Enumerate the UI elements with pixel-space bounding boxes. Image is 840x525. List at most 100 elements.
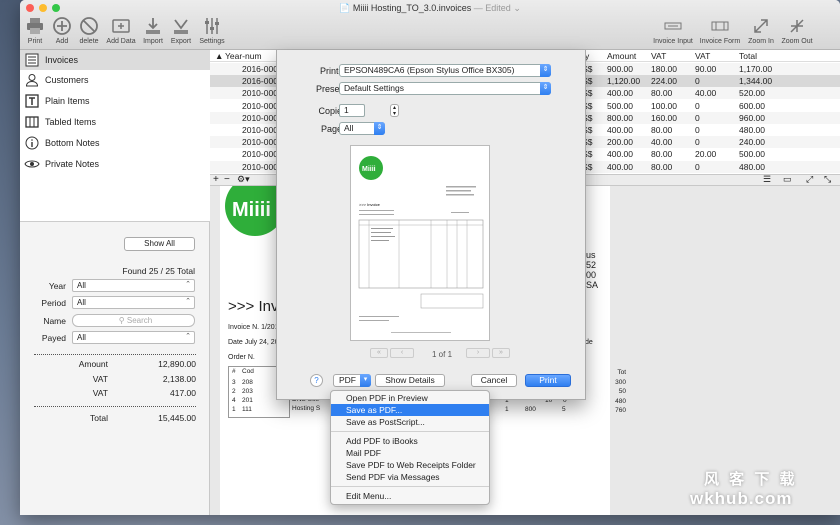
print-confirm-button[interactable]: Print — [525, 374, 571, 387]
add-data-button[interactable]: Add Data — [104, 16, 138, 45]
column-vat2[interactable]: VAT — [695, 51, 710, 61]
cell-amount: 900.00 — [607, 64, 633, 74]
page-preview: Miiii >>> Invoice — [350, 145, 490, 341]
period-select[interactable]: All ⌃ — [72, 296, 195, 309]
zoom-in-button[interactable]: Zoom In — [744, 16, 778, 45]
sidebar-item-private-notes[interactable]: Private Notes — [20, 154, 210, 174]
cell-total: 480.00 — [739, 125, 765, 135]
menu-item-edit-menu[interactable]: Edit Menu... — [331, 490, 489, 502]
menu-item-add-to-ibooks[interactable]: Add PDF to iBooks — [331, 435, 489, 447]
cell-vat1: 160.00 — [651, 112, 677, 123]
sum-amount: Amount 12,890.00 — [78, 359, 196, 369]
cell-total: 480.00 — [739, 161, 765, 172]
cell-total: 500.00 — [739, 149, 765, 160]
updown-chevron-icon: ⇕ — [540, 82, 551, 95]
print-dialog: Printer: EPSON489CA6 (Epson Stylus Offic… — [276, 50, 586, 400]
add-row-button[interactable]: + — [213, 174, 219, 185]
cell-amount: 800.00 — [607, 112, 633, 123]
menu-item-save-as-pdf[interactable]: Save as PDF... — [331, 404, 489, 416]
zoom-out-button[interactable]: Zoom Out — [780, 16, 814, 45]
cell-vat1: 80.00 — [651, 125, 673, 135]
menu-item-save-as-postscript[interactable]: Save as PostScript... — [331, 416, 489, 428]
svg-text:Miiii: Miiii — [362, 166, 376, 173]
column-amount[interactable]: Amount — [607, 51, 636, 61]
sidebar-item-invoices[interactable]: Invoices — [20, 50, 210, 70]
zoom-in-icon — [754, 19, 768, 33]
column-year-num[interactable]: Year-num — [225, 51, 262, 61]
invoice-form-button[interactable]: Invoice Form — [700, 16, 740, 45]
invoice-input-button[interactable]: Invoice Input — [653, 16, 693, 45]
company-address-fragment: us 52 00 SA — [586, 250, 599, 290]
found-count: Found 25 / 25 Total — [122, 266, 195, 276]
show-details-button[interactable]: Show Details — [375, 374, 445, 387]
last-page-button[interactable]: » — [492, 348, 510, 358]
sidebar-item-label: Plain Items — [45, 96, 90, 106]
import-icon — [146, 18, 160, 34]
sidebar-item-label: Invoices — [45, 55, 79, 65]
help-button[interactable]: ? — [310, 374, 323, 387]
settings-button[interactable]: Settings — [195, 16, 229, 45]
sliders-icon — [205, 18, 219, 34]
invoice-list-icon — [23, 52, 40, 68]
copies-stepper[interactable]: ▴ ▾ — [390, 104, 399, 117]
sidebar-item-customers[interactable]: Customers — [20, 70, 210, 90]
cell-total: 600.00 — [739, 100, 765, 111]
menu-item-open-preview[interactable]: Open PDF in Preview — [331, 392, 489, 404]
cell-vat2: 0 — [695, 112, 700, 123]
payed-select[interactable]: All ⌃ — [72, 331, 195, 344]
menu-item-web-receipts[interactable]: Save PDF to Web Receipts Folder — [331, 459, 489, 471]
cell-amount: 400.00 — [607, 149, 633, 160]
updown-chevron-icon: ⌃ — [185, 333, 191, 340]
table-icon — [23, 114, 40, 130]
filter-period: Period All ⌃ — [20, 296, 210, 310]
filter-label: Year — [48, 281, 66, 291]
next-page-button[interactable]: › — [466, 348, 490, 358]
cell-vat1: 80.00 — [651, 161, 673, 172]
column-total[interactable]: Total — [739, 51, 757, 61]
menu-item-mail-pdf[interactable]: Mail PDF — [331, 447, 489, 459]
copies-input[interactable]: 1 — [339, 104, 365, 117]
cell-vat1: 40.00 — [651, 137, 673, 148]
plus-circle-icon — [53, 17, 71, 35]
presets-select[interactable]: Default Settings ⇕ — [339, 82, 551, 95]
filter-name: Name ⚲ Search — [20, 314, 210, 328]
page-preview-thumbnail: Miiii >>> Invoice — [358, 156, 484, 333]
remove-row-button[interactable]: − — [224, 174, 230, 185]
cell-total: 1,344.00 — [739, 76, 773, 87]
person-icon — [23, 72, 40, 88]
sidebar-item-plain-items[interactable]: Plain Items — [20, 91, 210, 111]
invoice-number: Invoice N. 1/2016 — [228, 324, 283, 331]
cell-amount: 400.00 — [607, 161, 633, 172]
year-select[interactable]: All ⌃ — [72, 279, 195, 292]
pages-select[interactable]: All ⇕ — [339, 122, 385, 135]
updown-chevron-icon: ⌃ — [185, 298, 191, 305]
delete-button[interactable]: delete — [72, 16, 106, 45]
expand-icon[interactable]: ⤢ — [806, 174, 813, 185]
document-icon: 📄 — [339, 3, 353, 13]
prev-page-button[interactable]: ‹ — [390, 348, 414, 358]
logo-text: Miiii — [232, 199, 271, 221]
list-view-icon[interactable]: ☰ — [763, 174, 771, 185]
cell-vat2: 90.00 — [695, 64, 717, 74]
first-page-button[interactable]: « — [370, 348, 388, 358]
cancel-button[interactable]: Cancel — [471, 374, 517, 387]
collapse-icon[interactable]: ⤡ — [824, 174, 831, 185]
cell-vat2: 0 — [695, 100, 700, 111]
show-all-button[interactable]: Show All — [124, 237, 195, 251]
sidebar-item-bottom-notes[interactable]: Bottom Notes — [20, 133, 210, 153]
form-view-icon[interactable]: ▭ — [783, 174, 792, 185]
column-vat[interactable]: VAT — [651, 51, 666, 61]
pdf-menu-button[interactable]: PDF ▾ — [333, 374, 371, 387]
menu-separator — [331, 431, 489, 432]
watermark-cn: 风 客 下 载 — [704, 471, 798, 488]
invoice-form-icon — [711, 21, 729, 31]
menu-item-send-via-messages[interactable]: Send PDF via Messages — [331, 471, 489, 483]
sum-total: Total 15,445.00 — [90, 413, 196, 423]
cell-amount: 1,120.00 — [607, 76, 641, 87]
sidebar-item-tabled-items[interactable]: Tabled Items — [20, 112, 210, 132]
app-window: 📄 Miiii Hosting_TO_3.0.invoices — Edited… — [20, 0, 840, 515]
name-search-input[interactable]: ⚲ Search — [72, 314, 195, 327]
gear-icon[interactable]: ⚙▾ — [237, 174, 250, 185]
printer-select[interactable]: EPSON489CA6 (Epson Stylus Office BX305) … — [339, 64, 551, 77]
export-button[interactable]: Export — [164, 16, 198, 45]
